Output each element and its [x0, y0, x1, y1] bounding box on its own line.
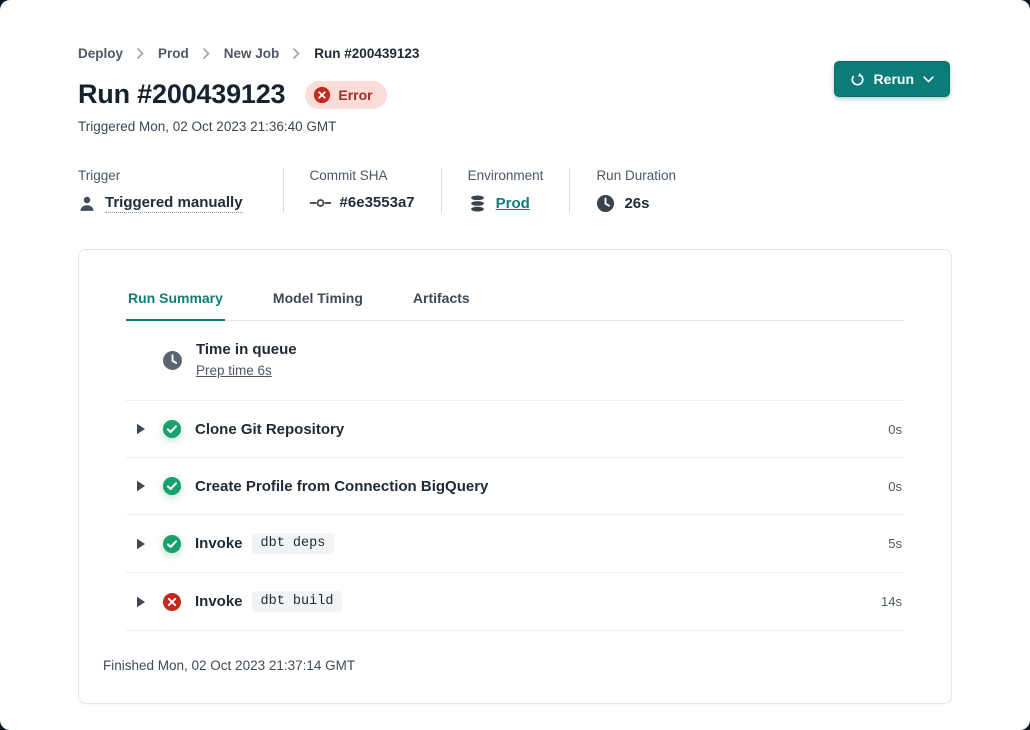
queue-row: Time in queue Prep time 6s	[126, 321, 904, 401]
step-row-dbt-build: Invoke dbt build 14s	[126, 573, 904, 631]
meta-trigger-label: Trigger	[78, 168, 243, 183]
tab-bar: Run Summary Model Timing Artifacts	[126, 284, 904, 321]
chevron-down-icon	[923, 76, 934, 83]
step-duration: 0s	[888, 422, 904, 437]
page-title: Run #200439123	[78, 79, 285, 110]
expand-caret-icon[interactable]	[136, 480, 148, 492]
clock-icon	[162, 350, 183, 371]
expand-caret-icon[interactable]	[136, 423, 148, 435]
meta-commit-label: Commit SHA	[310, 168, 415, 183]
meta-duration-value: 26s	[624, 195, 649, 212]
run-summary-card: Run Summary Model Timing Artifacts Time …	[78, 249, 952, 704]
triggered-timestamp: Triggered Mon, 02 Oct 2023 21:36:40 GMT	[78, 119, 952, 134]
person-icon	[78, 195, 96, 213]
tab-artifacts[interactable]: Artifacts	[411, 284, 472, 321]
run-meta-row: Trigger Triggered manually Commit SHA #6…	[78, 168, 952, 213]
refresh-icon	[850, 72, 865, 87]
run-header: Run #200439123 Error Triggered Mon, 02 O…	[0, 61, 1030, 134]
meta-environment-value[interactable]: Prod	[496, 195, 530, 212]
step-row-clone-git: Clone Git Repository 0s	[126, 401, 904, 458]
step-label: Invoke	[195, 593, 243, 610]
tab-model-timing[interactable]: Model Timing	[271, 284, 365, 321]
chevron-right-icon	[137, 48, 144, 59]
git-commit-icon	[310, 197, 331, 209]
step-duration: 5s	[888, 536, 904, 551]
meta-environment: Environment Prod	[441, 168, 570, 213]
step-duration: 14s	[881, 594, 904, 609]
rerun-button[interactable]: Rerun	[834, 61, 950, 97]
step-command: dbt build	[252, 591, 343, 612]
step-command: dbt deps	[252, 533, 335, 554]
breadcrumb-prod[interactable]: Prod	[158, 46, 189, 61]
finished-timestamp: Finished Mon, 02 Oct 2023 21:37:14 GMT	[79, 631, 951, 703]
success-check-icon	[162, 419, 182, 439]
step-row-create-profile: Create Profile from Connection BigQuery …	[126, 458, 904, 515]
step-duration: 0s	[888, 479, 904, 494]
meta-trigger: Trigger Triggered manually	[78, 168, 283, 213]
rerun-button-label: Rerun	[874, 71, 914, 87]
tab-run-summary[interactable]: Run Summary	[126, 284, 225, 321]
breadcrumb-run-id: Run #200439123	[314, 46, 419, 61]
success-check-icon	[162, 476, 182, 496]
queue-title: Time in queue	[196, 341, 297, 358]
meta-commit: Commit SHA #6e3553a7	[283, 168, 441, 213]
chevron-right-icon	[293, 48, 300, 59]
step-label: Clone Git Repository	[195, 421, 344, 438]
meta-environment-label: Environment	[468, 168, 544, 183]
breadcrumb-deploy[interactable]: Deploy	[78, 46, 123, 61]
meta-duration: Run Duration 26s	[569, 168, 702, 213]
status-badge-label: Error	[338, 87, 372, 103]
status-badge: Error	[305, 81, 386, 109]
success-check-icon	[162, 534, 182, 554]
error-circle-icon	[313, 86, 331, 104]
expand-caret-icon[interactable]	[136, 538, 148, 550]
app-page: Deploy Prod New Job Run #200439123 Run #…	[0, 0, 1030, 730]
meta-commit-value: #6e3553a7	[340, 194, 415, 211]
meta-trigger-value[interactable]: Triggered manually	[105, 194, 243, 213]
clock-icon	[596, 194, 615, 213]
breadcrumb: Deploy Prod New Job Run #200439123	[0, 0, 1030, 61]
chevron-right-icon	[203, 48, 210, 59]
step-label: Create Profile from Connection BigQuery	[195, 478, 488, 495]
database-icon	[468, 194, 487, 213]
expand-caret-icon[interactable]	[136, 596, 148, 608]
meta-duration-label: Run Duration	[596, 168, 676, 183]
step-label: Invoke	[195, 535, 243, 552]
step-row-dbt-deps: Invoke dbt deps 5s	[126, 515, 904, 573]
prep-time-link[interactable]: Prep time 6s	[196, 363, 272, 378]
error-circle-icon	[162, 592, 182, 612]
breadcrumb-new-job[interactable]: New Job	[224, 46, 280, 61]
